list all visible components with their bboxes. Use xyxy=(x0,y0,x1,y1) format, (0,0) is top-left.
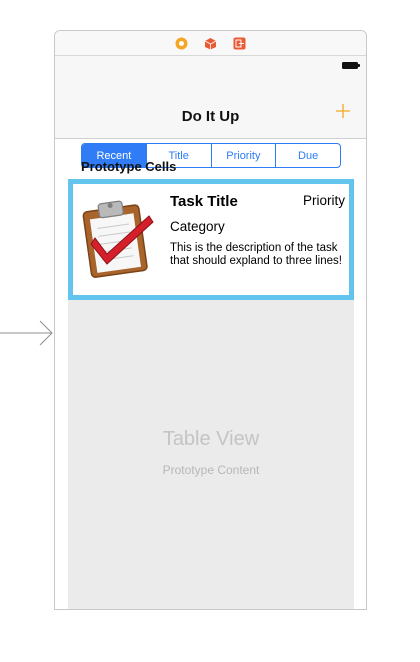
description-label: This is the description of the task that… xyxy=(170,242,342,267)
priority-label: Priority xyxy=(302,193,345,208)
navigation-bar: Do It Up Recent Title Priority Due xyxy=(55,56,366,168)
navigation-title: Do It Up xyxy=(181,108,240,125)
segment-due[interactable]: Due xyxy=(275,144,340,167)
battery-icon xyxy=(342,62,360,69)
scene-dock xyxy=(55,31,366,56)
task-title-label: Task Title xyxy=(170,193,238,210)
category-label: Category xyxy=(170,219,225,234)
table-view-placeholder-title: Table View xyxy=(162,428,260,450)
view-controller-scene[interactable]: Do It Up Recent Title Priority Due Proto… xyxy=(54,30,367,610)
table-view[interactable]: Task Title Priority Category This is the… xyxy=(68,179,354,609)
clipboard-checkmark-icon xyxy=(82,200,154,278)
exit-icon[interactable] xyxy=(233,37,246,50)
task-prototype-cell[interactable]: Task Title Priority Category This is the… xyxy=(68,179,354,300)
segment-priority[interactable]: Priority xyxy=(210,144,276,167)
plus-icon[interactable] xyxy=(334,102,352,120)
view-controller-icon[interactable] xyxy=(175,37,188,50)
table-view-placeholder-subtitle: Prototype Content xyxy=(162,463,260,477)
prototype-cells-label: Prototype Cells xyxy=(81,159,177,174)
first-responder-icon[interactable] xyxy=(204,37,217,50)
initial-view-controller-arrow[interactable] xyxy=(0,316,54,350)
